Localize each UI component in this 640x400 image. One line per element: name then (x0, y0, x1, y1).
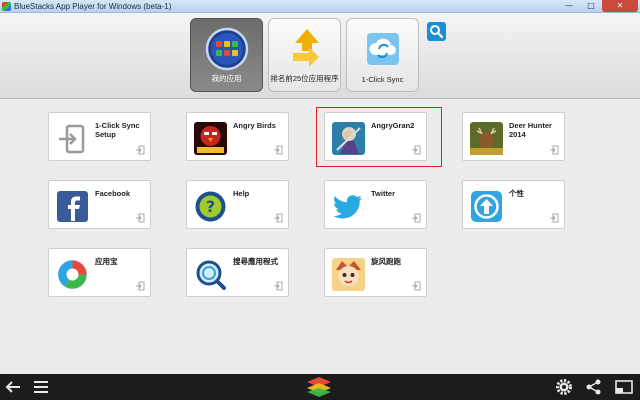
maximize-button[interactable]: □ (580, 0, 602, 12)
app-name: Deer Hunter 2014 (509, 121, 552, 139)
search-button[interactable] (427, 22, 446, 41)
launch-icon (550, 213, 559, 223)
app-tile-app-store[interactable]: 应用宝 (48, 248, 151, 297)
sync-setup-icon (56, 122, 89, 155)
app-tile-deer-hunter[interactable]: Deer Hunter 2014 (462, 112, 565, 161)
fullscreen-icon[interactable] (614, 378, 634, 396)
back-arrow-icon[interactable] (4, 378, 22, 396)
launch-icon (136, 145, 145, 155)
game-character-icon (332, 258, 365, 291)
app-name: 应用宝 (95, 257, 118, 266)
tab-1-click-sync[interactable]: 1-Click Sync (346, 18, 419, 92)
app-name: 个性 (509, 189, 524, 198)
bottom-bar (0, 374, 640, 400)
launch-icon (274, 145, 283, 155)
launch-icon (136, 213, 145, 223)
launch-icon (412, 281, 421, 291)
deer-hunter-icon (470, 122, 503, 155)
app-name: Twitter (371, 189, 396, 198)
app-tile-1-click-sync-setup[interactable]: 1-Click Sync Setup (48, 112, 151, 161)
launch-icon (274, 213, 283, 223)
app-tile-whirlwind-run[interactable]: 旋风跑跑 (324, 248, 427, 297)
top-navigation: 我的应用 排名前25位应用程序 1-Click Sync (0, 13, 640, 99)
tab-1-click-sync-label: 1-Click Sync (361, 75, 404, 84)
tab-top-25[interactable]: 排名前25位应用程序 (268, 18, 341, 92)
svg-text:?: ? (206, 197, 215, 216)
bluestacks-app-icon (2, 2, 11, 11)
minimize-button[interactable]: — (558, 0, 580, 12)
app-store-icon (56, 258, 89, 291)
app-tile-help[interactable]: ? Help (186, 180, 289, 229)
app-tile-facebook[interactable]: Facebook (48, 180, 151, 229)
search-icon (430, 25, 444, 39)
app-name: Help (233, 189, 250, 198)
help-icon: ? (194, 190, 227, 223)
app-name: 搜尋應用程式 (233, 257, 278, 266)
facebook-icon (56, 190, 89, 223)
launch-icon (274, 281, 283, 291)
bluestacks-logo-icon[interactable] (306, 376, 332, 398)
close-button[interactable]: ✕ (602, 0, 638, 12)
app-name: Facebook (95, 189, 131, 198)
tab-my-apps[interactable]: 我的应用 (190, 18, 263, 92)
my-apps-grid-icon (205, 27, 249, 76)
window-title-bar: BlueStacks App Player for Windows (beta-… (0, 0, 640, 13)
app-tile-angry-birds[interactable]: Angry Birds (186, 112, 289, 161)
app-name: Angry Birds (233, 121, 276, 130)
window-title: BlueStacks App Player for Windows (beta-… (14, 2, 172, 11)
top-25-arrow-icon (285, 27, 325, 76)
app-tile-twitter[interactable]: Twitter (324, 180, 427, 229)
launch-icon (136, 281, 145, 291)
twitter-icon (332, 190, 365, 223)
tab-my-apps-label: 我的应用 (211, 74, 242, 83)
menu-icon[interactable] (32, 378, 50, 396)
tab-top-25-label: 排名前25位应用程序 (270, 74, 339, 83)
cloud-sync-icon (363, 27, 403, 76)
angry-birds-star-wars-icon (194, 122, 227, 155)
selection-highlight (316, 107, 442, 167)
search-apps-icon (194, 258, 227, 291)
personalize-icon (470, 190, 503, 223)
window-controls: — □ ✕ (558, 0, 638, 12)
app-tile-personalize[interactable]: 个性 (462, 180, 565, 229)
app-tile-search-apps[interactable]: 搜尋應用程式 (186, 248, 289, 297)
app-grid: 1-Click Sync Setup Angry Birds AngryGran… (0, 100, 640, 374)
gear-icon[interactable] (555, 378, 573, 396)
app-name: 旋风跑跑 (371, 257, 401, 266)
launch-icon (412, 213, 421, 223)
launch-icon (550, 145, 559, 155)
app-name: 1-Click Sync Setup (95, 121, 140, 139)
share-icon[interactable] (585, 378, 603, 396)
